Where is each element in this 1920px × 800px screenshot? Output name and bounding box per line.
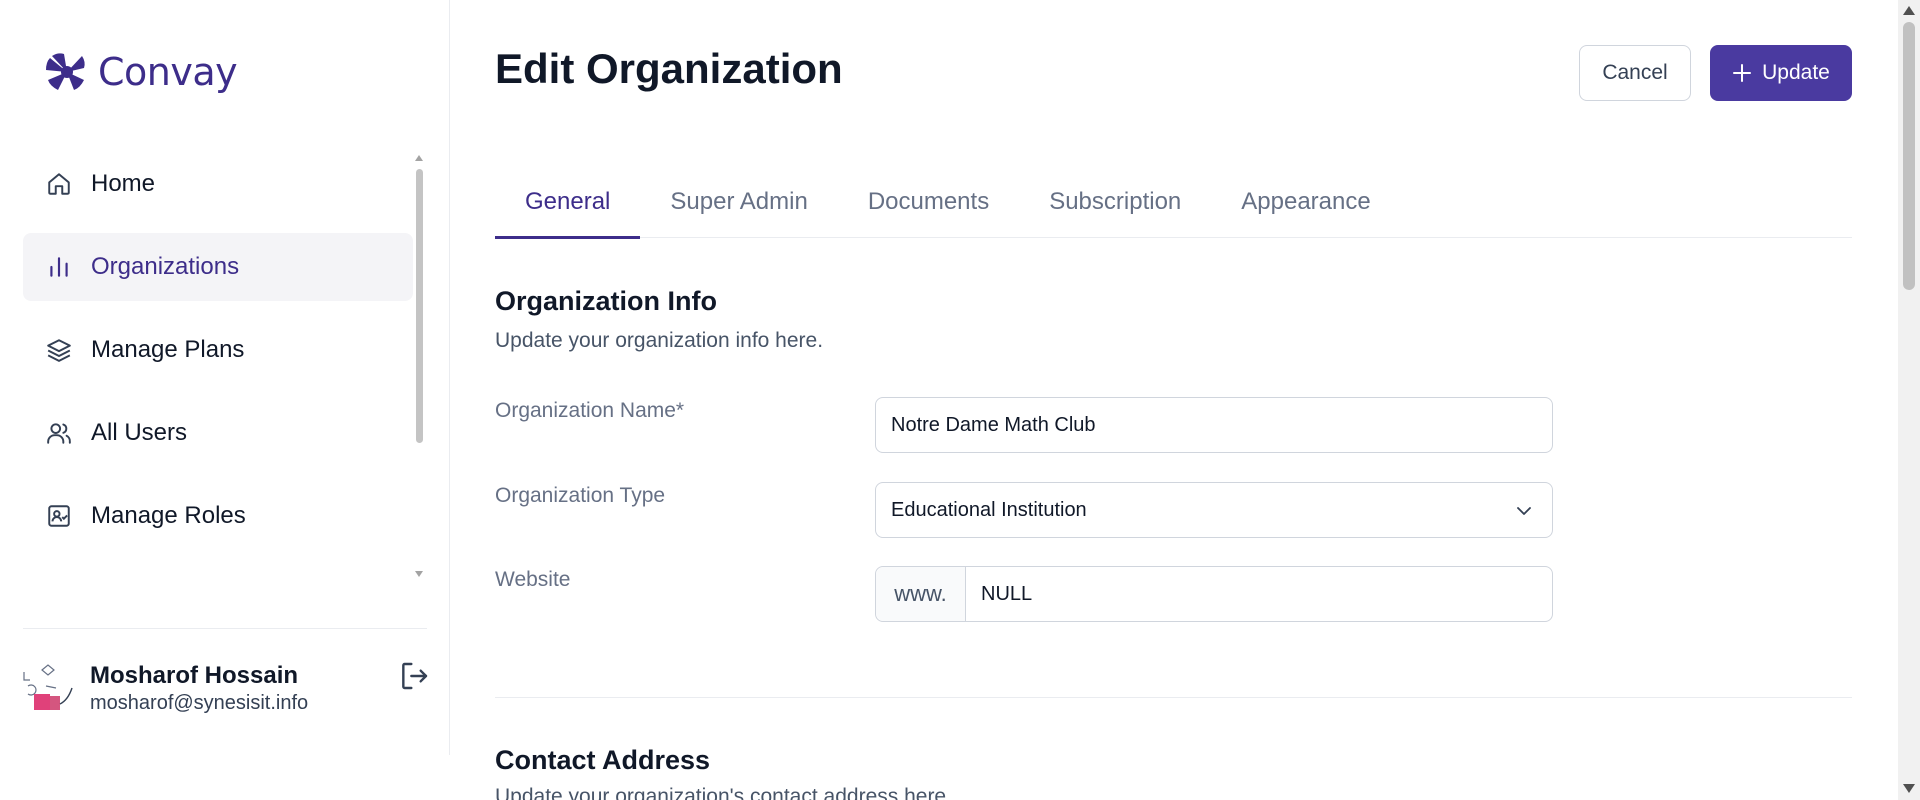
section-divider — [495, 697, 1852, 698]
tab-appearance[interactable]: Appearance — [1211, 166, 1400, 238]
website-input[interactable]: www. NULL — [875, 566, 1553, 622]
organization-type-select[interactable]: Educational Institution — [875, 482, 1553, 538]
sidebar-scroll-thumb[interactable] — [416, 169, 423, 443]
organization-name-label: Organization Name* — [495, 399, 685, 422]
sidebar-item-label: All Users — [91, 419, 188, 446]
tab-documents[interactable]: Documents — [838, 166, 1019, 238]
tab-subscription[interactable]: Subscription — [1019, 166, 1211, 238]
sidebar-item-manage-roles[interactable]: Manage Roles — [23, 482, 413, 550]
logout-icon[interactable] — [398, 660, 430, 692]
scroll-up-arrow-icon[interactable] — [415, 155, 423, 161]
sidebar-divider — [23, 628, 427, 629]
tab-super-admin[interactable]: Super Admin — [640, 166, 837, 238]
plus-icon — [1733, 64, 1752, 82]
cancel-button[interactable]: Cancel — [1579, 45, 1691, 101]
scroll-down-arrow-icon[interactable] — [1903, 784, 1915, 793]
contact-address-title: Contact Address — [495, 745, 711, 775]
sidebar-nav: Home Organizations Manage Plans All User… — [23, 150, 413, 565]
scroll-down-arrow-icon[interactable] — [415, 571, 423, 577]
chevron-down-icon — [1517, 507, 1531, 515]
organization-info-title: Organization Info — [495, 286, 717, 316]
role-badge-icon — [45, 502, 73, 530]
website-value: NULL — [981, 582, 1033, 605]
sidebar-item-label: Manage Plans — [91, 336, 245, 363]
bar-chart-icon — [45, 253, 73, 281]
avatar — [23, 664, 73, 710]
window-scroll-thumb[interactable] — [1903, 22, 1915, 290]
organization-type-label: Organization Type — [495, 484, 666, 507]
scroll-up-arrow-icon[interactable] — [1903, 6, 1915, 15]
user-name: Mosharof Hossain — [90, 662, 299, 689]
sidebar-item-home[interactable]: Home — [23, 150, 413, 218]
sidebar: Convay Home Organizations Manage Plans A… — [0, 0, 450, 755]
sidebar-item-label: Home — [91, 170, 156, 197]
organization-name-input[interactable]: Notre Dame Math Club — [875, 397, 1553, 453]
sidebar-item-label: Organizations — [91, 253, 240, 280]
tab-general[interactable]: General — [495, 166, 641, 239]
sidebar-item-label: Manage Roles — [91, 502, 246, 529]
update-button[interactable]: Update — [1710, 45, 1852, 101]
website-label: Website — [495, 568, 571, 591]
update-button-label: Update — [1762, 61, 1830, 84]
home-icon — [45, 170, 73, 198]
page-title: Edit Organization — [495, 45, 843, 92]
website-prefix: www. — [876, 567, 966, 621]
tab-bar: General Super Admin Documents Subscripti… — [495, 166, 1852, 239]
sidebar-item-manage-plans[interactable]: Manage Plans — [23, 316, 413, 384]
user-email: mosharof@synesisit.info — [90, 692, 309, 714]
convay-logo-icon — [46, 53, 85, 90]
organization-name-value: Notre Dame Math Club — [891, 413, 1096, 436]
organization-info-subtitle: Update your organization info here. — [495, 329, 824, 352]
users-icon — [45, 419, 73, 447]
window-scrollbar[interactable] — [1898, 0, 1920, 800]
layers-icon — [45, 336, 73, 364]
user-profile: Mosharof Hossain mosharof@synesisit.info — [20, 660, 430, 720]
sidebar-scrollbar[interactable] — [415, 155, 424, 577]
organization-type-value: Educational Institution — [891, 498, 1087, 521]
app-logo[interactable]: Convay — [44, 50, 238, 94]
sidebar-item-organizations[interactable]: Organizations — [23, 233, 413, 301]
sidebar-item-all-users[interactable]: All Users — [23, 399, 413, 467]
contact-address-subtitle: Update your organization's contact addre… — [495, 785, 952, 800]
app-name: Convay — [98, 50, 238, 94]
